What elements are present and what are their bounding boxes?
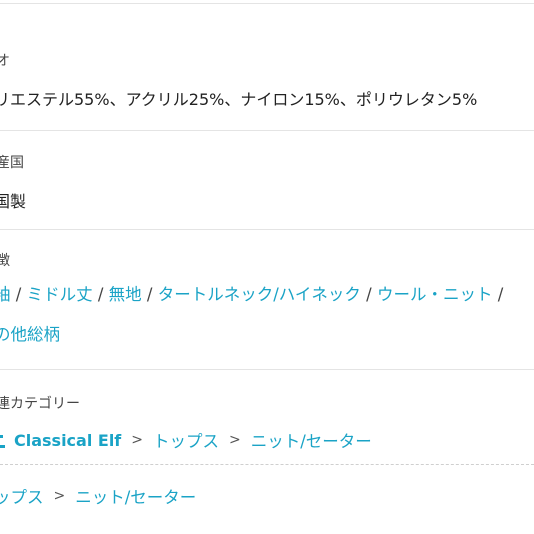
origin-value: 国製 — [0, 192, 27, 211]
material-label: オ — [0, 53, 10, 69]
feature-link-length[interactable]: ミドル丈 — [27, 285, 93, 304]
breadcrumb-separator: > — [131, 432, 143, 448]
feature-separator: / — [497, 285, 504, 304]
features-line-1: 袖 / ミドル丈 / 無地 / タートルネック/ハイネック / ウール・ニット … — [0, 281, 503, 305]
feature-separator: / — [15, 285, 27, 304]
breadcrumb-knit-link-2[interactable]: ニット/セーター — [75, 484, 196, 508]
breadcrumb-category: ップス > ニット/セーター — [0, 484, 196, 508]
feature-link-neck[interactable]: タートルネック/ハイネック — [158, 285, 361, 304]
dashed-divider — [0, 464, 534, 465]
features-label: 徴 — [0, 253, 10, 269]
top-divider — [0, 3, 534, 4]
breadcrumb-separator: > — [53, 488, 66, 504]
feature-link-other-pattern[interactable]: の他総柄 — [0, 325, 60, 344]
feature-separator: / — [146, 285, 158, 304]
feature-link-sleeve[interactable]: 袖 — [0, 285, 11, 304]
material-divider — [0, 130, 534, 131]
origin-label: 産国 — [0, 155, 24, 171]
features-line-2: の他総柄 — [0, 321, 60, 345]
brand-logo-icon — [0, 431, 6, 449]
feature-separator: / — [366, 285, 377, 304]
material-value: リエステル55%、アクリル25%、ナイロン15%、ポリウレタン5% — [0, 90, 478, 109]
breadcrumb-tops-link[interactable]: トップス — [153, 428, 219, 452]
origin-divider — [0, 229, 534, 230]
breadcrumb-brand: Classical Elf > トップス > ニット/セーター — [0, 428, 372, 452]
feature-separator: / — [97, 285, 109, 304]
breadcrumb-brand-link[interactable]: Classical Elf — [14, 431, 121, 450]
breadcrumb-tops-link-2[interactable]: ップス — [0, 484, 44, 508]
features-divider — [0, 369, 534, 370]
breadcrumb-knit-link[interactable]: ニット/セーター — [251, 428, 372, 452]
breadcrumb-separator: > — [229, 432, 241, 448]
feature-link-pattern[interactable]: 無地 — [109, 285, 142, 304]
related-label: 連カテゴリー — [0, 396, 80, 412]
feature-link-material[interactable]: ウール・ニット — [377, 285, 493, 304]
